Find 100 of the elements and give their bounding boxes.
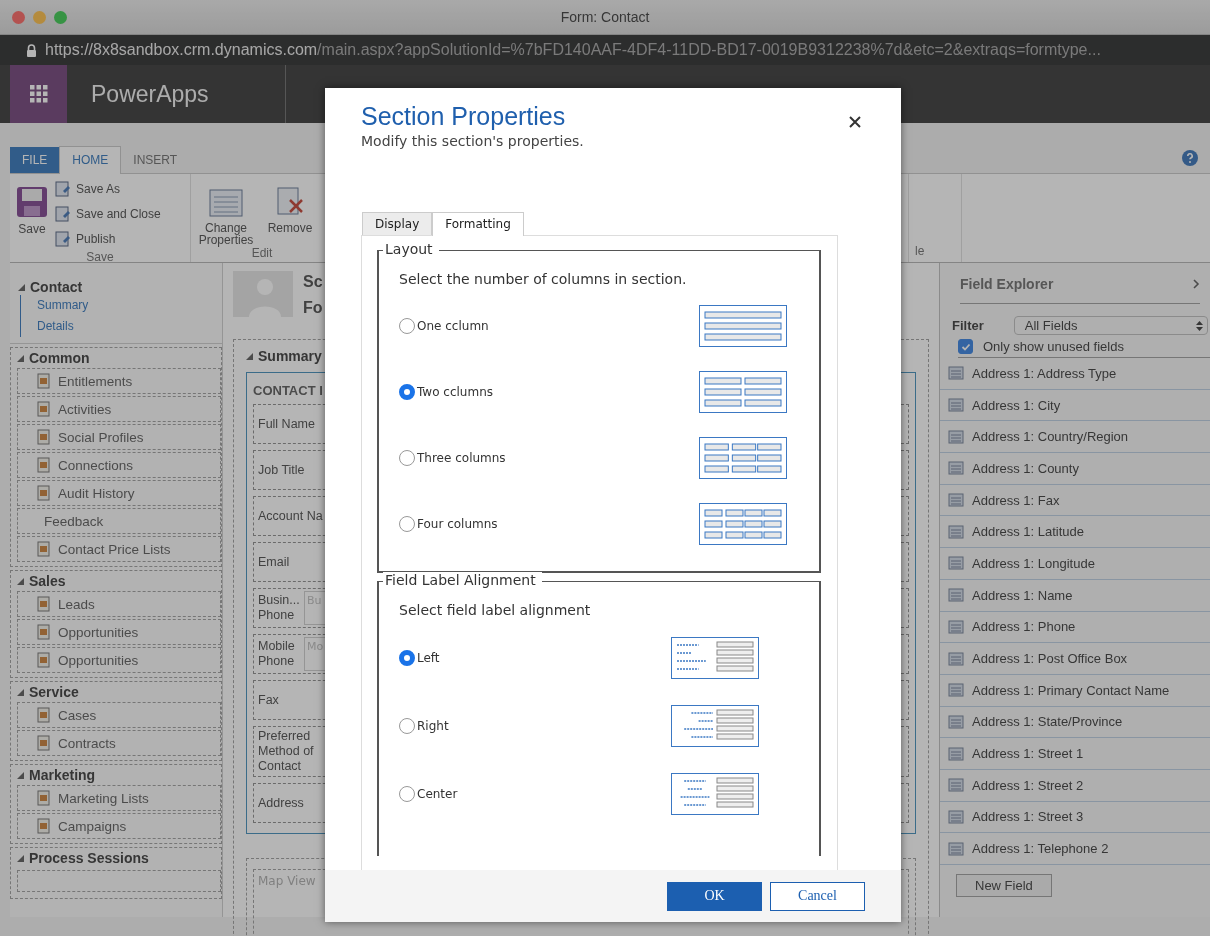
chevron-right-icon[interactable] — [1193, 279, 1200, 289]
group-label: le — [915, 244, 926, 260]
group-legend: Layout — [383, 241, 439, 257]
nav-item[interactable]: Campaigns — [17, 813, 221, 839]
field-list-item[interactable]: Address 1: State/Province — [940, 706, 1210, 739]
field-icon — [948, 714, 964, 729]
field-list-item[interactable]: Address 1: Street 2 — [940, 769, 1210, 802]
field-list-item[interactable]: Address 1: Latitude — [940, 516, 1210, 549]
nav-item[interactable]: Cases — [17, 702, 221, 728]
field-list-item[interactable]: Address 1: Street 3 — [940, 801, 1210, 834]
section-title: Marketing — [29, 767, 96, 783]
unused-fields-checkbox[interactable]: Only show unused fields — [958, 339, 1210, 358]
nav-item[interactable]: Opportunities — [17, 647, 221, 673]
nav-item[interactable]: Marketing Lists — [17, 785, 221, 811]
close-icon[interactable] — [849, 116, 861, 128]
section-title: CONTACT I — [253, 383, 323, 398]
tab-title: Summary — [258, 348, 322, 364]
nav-link[interactable]: Details — [20, 316, 74, 337]
dialog-subtitle: Modify this section's properties. — [361, 133, 584, 149]
ribbon-button[interactable]: Publish — [54, 228, 161, 250]
field-list-item[interactable]: Address 1: Address Type — [940, 358, 1210, 390]
remove-document-icon — [274, 186, 306, 218]
alignment-radio[interactable]: Left — [399, 650, 440, 666]
document-icon — [36, 485, 52, 501]
nav-item[interactable]: Contracts — [17, 730, 221, 756]
dialog-tab[interactable]: Display — [362, 212, 433, 235]
label-alignment-icon — [671, 705, 759, 747]
expand-icon — [17, 854, 24, 862]
field-list-item[interactable]: Address 1: Phone — [940, 611, 1210, 644]
ok-button[interactable]: OK — [667, 881, 762, 911]
nav-item[interactable]: Contact Price Lists — [17, 536, 221, 562]
field-list-item[interactable]: Address 1: Name — [940, 579, 1210, 612]
nav-item[interactable]: Feedback — [17, 508, 221, 534]
nav-item[interactable]: Social Profiles — [17, 424, 221, 450]
column-layout-icon — [699, 503, 787, 545]
column-radio[interactable]: Four columns — [399, 516, 498, 532]
nav-link[interactable]: Summary — [20, 295, 89, 316]
field-list-item[interactable]: Address 1: County — [940, 453, 1210, 485]
field-list-item[interactable]: Address 1: Fax — [940, 484, 1210, 517]
field-list-item[interactable]: Address 1: City — [940, 389, 1210, 422]
field-list-item[interactable]: Address 1: Country/Region — [940, 421, 1210, 454]
expand-icon — [246, 352, 253, 360]
help-icon[interactable] — [1182, 150, 1198, 166]
field-icon — [948, 429, 964, 444]
ribbon-button[interactable]: Save As — [54, 178, 161, 200]
document-icon — [36, 707, 52, 723]
expand-icon — [17, 354, 24, 362]
field-list-item[interactable]: Address 1: Primary Contact Name — [940, 674, 1210, 707]
column-layout-icon — [699, 371, 787, 413]
field-icon — [948, 809, 964, 824]
alignment-radio[interactable]: Right — [399, 718, 449, 734]
save-button[interactable]: Save — [16, 178, 48, 250]
field-icon — [948, 524, 964, 539]
document-icon — [36, 429, 52, 445]
cancel-button[interactable]: Cancel — [770, 881, 865, 911]
nav-item[interactable]: Activities — [17, 396, 221, 422]
section-title: Sales — [29, 573, 66, 589]
url-text[interactable]: https://8x8sandbox.crm.dynamics.com/main.aspx?appSolutionId=%7bFD140AAF-4DF4-11DD-BD17-0019B9312238%7d&etc=2&extraqs=formtype... — [45, 41, 1101, 59]
group-legend: Field Label Alignment — [383, 572, 542, 588]
ribbon-button[interactable]: Remove — [261, 178, 319, 246]
nav-item[interactable]: Connections — [17, 452, 221, 478]
document-icon — [36, 457, 52, 473]
field-list-item[interactable]: Address 1: Post Office Box — [940, 643, 1210, 675]
ribbon-button[interactable]: Save and Close — [54, 203, 161, 225]
panel-title: Field Explorer — [960, 276, 1054, 292]
field-list-item[interactable]: Address 1: Telephone 2 — [940, 833, 1210, 865]
section-title: Common — [29, 350, 90, 366]
close-window-button[interactable] — [12, 10, 25, 24]
field-list-item[interactable]: Address 1: Longitude — [940, 548, 1210, 580]
column-layout-icon — [699, 437, 787, 479]
ribbon-tab[interactable]: HOME — [59, 146, 122, 174]
ribbon-tab[interactable]: INSERT — [121, 147, 190, 173]
column-radio[interactable]: Three columns — [399, 450, 506, 466]
field-icon — [948, 746, 964, 761]
document-icon — [36, 401, 52, 417]
filter-label: Filter — [952, 318, 984, 333]
nav-item[interactable]: Entitlements — [17, 368, 221, 394]
ribbon-button[interactable]: Change Properties — [197, 178, 255, 246]
nav-item[interactable]: Leads — [17, 591, 221, 617]
app-launcher-button[interactable] — [10, 65, 67, 123]
column-layout-icon — [699, 305, 787, 347]
document-icon — [36, 624, 52, 640]
new-field-button[interactable]: New Field — [956, 874, 1052, 897]
column-radio[interactable]: One cclumn — [399, 318, 489, 334]
dialog-tab[interactable]: Formatting — [432, 212, 524, 236]
alignment-radio[interactable]: Center — [399, 786, 458, 802]
nav-item[interactable]: Audit History — [17, 480, 221, 506]
field-icon — [948, 493, 964, 508]
ribbon-tab[interactable]: FILE — [10, 147, 60, 173]
prompt-text: Select field label alignment — [399, 602, 592, 618]
column-radio[interactable]: Two cclumns — [399, 384, 493, 400]
field-list-item[interactable]: Address 1: Street 1 — [940, 738, 1210, 770]
group-label: Edit — [251, 246, 274, 262]
lock-icon — [26, 43, 37, 57]
document-icon — [36, 596, 52, 612]
expand-icon — [17, 688, 24, 696]
filter-dropdown[interactable]: All Fields — [1013, 316, 1208, 335]
form-header-text: Sc — [303, 273, 323, 291]
nav-item[interactable]: Opportunities — [17, 619, 221, 645]
stepper-icon — [1196, 319, 1203, 332]
